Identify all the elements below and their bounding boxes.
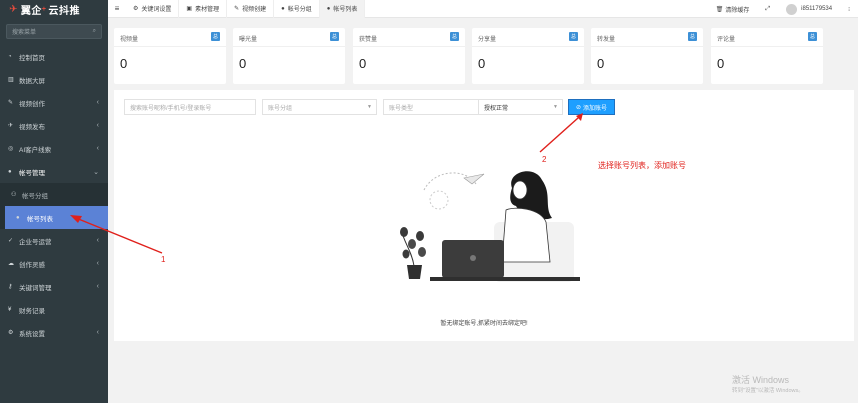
windows-activation-note: 转到"设置"以激活 Windows。 <box>732 388 804 394</box>
annotation-label-2: 2 <box>542 155 547 164</box>
annotation-label-1: 1 <box>161 255 166 264</box>
annotation-instruction: 选择账号列表，添加账号 <box>598 161 686 170</box>
annotation-arrows <box>70 113 583 254</box>
windows-activation-title: 激活 Windows <box>732 375 790 385</box>
